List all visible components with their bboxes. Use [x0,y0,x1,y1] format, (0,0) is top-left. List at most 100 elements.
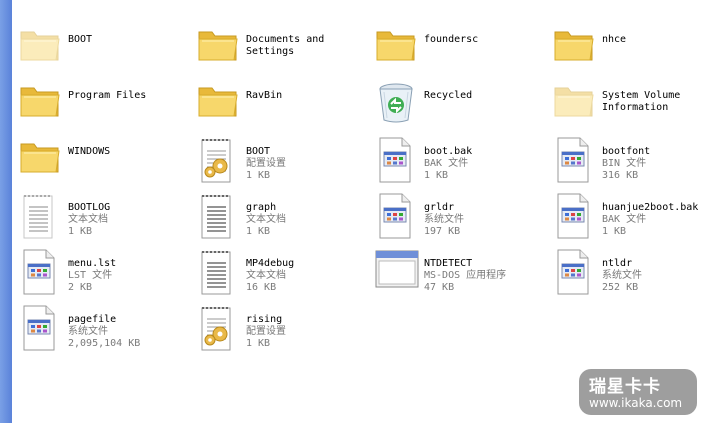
file-name: nhce [602,34,627,45]
file-item[interactable]: ntldr 系统文件 252 KB [552,248,705,300]
file-label: ntldr 系统文件 252 KB [602,258,642,294]
file-type: BIN 文件 [602,158,647,169]
file-name: Documents and Settings [246,34,325,57]
file-label: nhce [602,34,626,46]
file-size: 1 KB [68,226,93,237]
folder-icon [552,24,598,72]
file-item[interactable]: Documents and Settings [196,24,371,76]
file-size: 47 KB [424,282,455,293]
file-item[interactable]: graph 文本文档 1 KB [196,192,371,244]
file-label: WINDOWS [68,146,110,158]
file-type: 配置设置 [246,326,286,337]
file-item[interactable]: bootfont BIN 文件 316 KB [552,136,705,188]
file-name: BOOT [68,34,93,45]
file-label: BOOTLOG 文本文档 1 KB [68,202,110,238]
file-size: 1 KB [246,338,271,349]
file-type: 系统文件 [424,214,464,225]
system-file-icon [374,192,420,240]
file-size: 1 KB [602,226,627,237]
file-name: WINDOWS [68,146,111,157]
file-item[interactable]: Program Files [18,80,193,132]
file-item[interactable]: BOOT [18,24,193,76]
file-name: graph [246,202,277,213]
file-label: Program Files [68,90,146,102]
text-file-icon [196,192,242,240]
file-label: System Volume Information [602,90,680,114]
file-item[interactable]: pagefile 系统文件 2,095,104 KB [18,304,193,356]
file-type: 文本文档 [246,214,286,225]
file-label: rising 配置设置 1 KB [246,314,286,350]
file-item[interactable]: rising 配置设置 1 KB [196,304,371,356]
file-item[interactable]: BOOT 配置设置 1 KB [196,136,371,188]
file-name: menu.lst [68,258,117,269]
file-type: 系统文件 [602,270,642,281]
file-label: boot.bak BAK 文件 1 KB [424,146,472,182]
config-file-icon [196,136,242,184]
file-name: System Volume Information [602,90,681,113]
system-file-icon [18,248,64,296]
file-name: MP4debug [246,258,295,269]
file-item[interactable]: boot.bak BAK 文件 1 KB [374,136,549,188]
recycle-bin-icon [374,80,420,128]
file-type: MS-DOS 应用程序 [424,270,507,281]
file-size: 316 KB [602,170,639,181]
file-name: ntldr [602,258,633,269]
file-type: 文本文档 [246,270,286,281]
file-name: pagefile [68,314,117,325]
file-label: foundersc [424,34,478,46]
system-file-icon [552,136,598,184]
watermark-url: www.ikaka.com [589,396,683,410]
file-name: Recycled [424,90,473,101]
file-label: grldr 系统文件 197 KB [424,202,464,238]
file-type: 文本文档 [68,214,108,225]
file-item[interactable]: foundersc [374,24,549,76]
file-item[interactable]: BOOTLOG 文本文档 1 KB [18,192,193,244]
file-item[interactable]: menu.lst LST 文件 2 KB [18,248,193,300]
file-item[interactable]: MP4debug 文本文档 16 KB [196,248,371,300]
file-name: BOOTLOG [68,202,111,213]
file-item[interactable]: NTDETECT MS-DOS 应用程序 47 KB [374,248,549,300]
file-label: Recycled [424,90,472,102]
file-size: 1 KB [246,226,271,237]
system-file-icon [374,136,420,184]
system-file-icon [18,304,64,352]
file-item[interactable]: WINDOWS [18,136,193,188]
folder-faded-icon [18,24,64,72]
file-type: BAK 文件 [424,158,469,169]
text-file-icon [196,248,242,296]
file-label: graph 文本文档 1 KB [246,202,286,238]
file-size: 197 KB [424,226,461,237]
file-item[interactable]: grldr 系统文件 197 KB [374,192,549,244]
system-file-icon [552,192,598,240]
file-type: 配置设置 [246,158,286,169]
file-label: RavBin [246,90,282,102]
file-name: foundersc [424,34,479,45]
file-size: 1 KB [424,170,449,181]
file-item[interactable]: nhce [552,24,705,76]
file-name: NTDETECT [424,258,473,269]
text-file-faded-icon [18,192,64,240]
file-item[interactable]: System Volume Information [552,80,705,132]
file-size: 16 KB [246,282,277,293]
file-label: pagefile 系统文件 2,095,104 KB [68,314,140,350]
folder-icon [18,80,64,128]
file-item[interactable]: Recycled [374,80,549,132]
file-name: huanjue2boot.bak [602,202,699,213]
config-file-icon [196,304,242,352]
file-name: rising [246,314,283,325]
file-name: RavBin [246,90,283,101]
file-type: 系统文件 [68,326,108,337]
file-name: Program Files [68,90,147,101]
file-item[interactable]: RavBin [196,80,371,132]
file-label: menu.lst LST 文件 2 KB [68,258,116,294]
file-label: Documents and Settings [246,34,324,58]
file-type: BAK 文件 [602,214,647,225]
watermark-brand: 瑞星卡卡 [589,377,661,397]
folder-icon [196,24,242,72]
file-label: MP4debug 文本文档 16 KB [246,258,294,294]
file-label: bootfont BIN 文件 316 KB [602,146,650,182]
file-label: BOOT 配置设置 1 KB [246,146,286,182]
file-item[interactable]: huanjue2boot.bak BAK 文件 1 KB [552,192,705,244]
file-size: 2,095,104 KB [68,338,141,349]
file-label: NTDETECT MS-DOS 应用程序 47 KB [424,258,506,294]
